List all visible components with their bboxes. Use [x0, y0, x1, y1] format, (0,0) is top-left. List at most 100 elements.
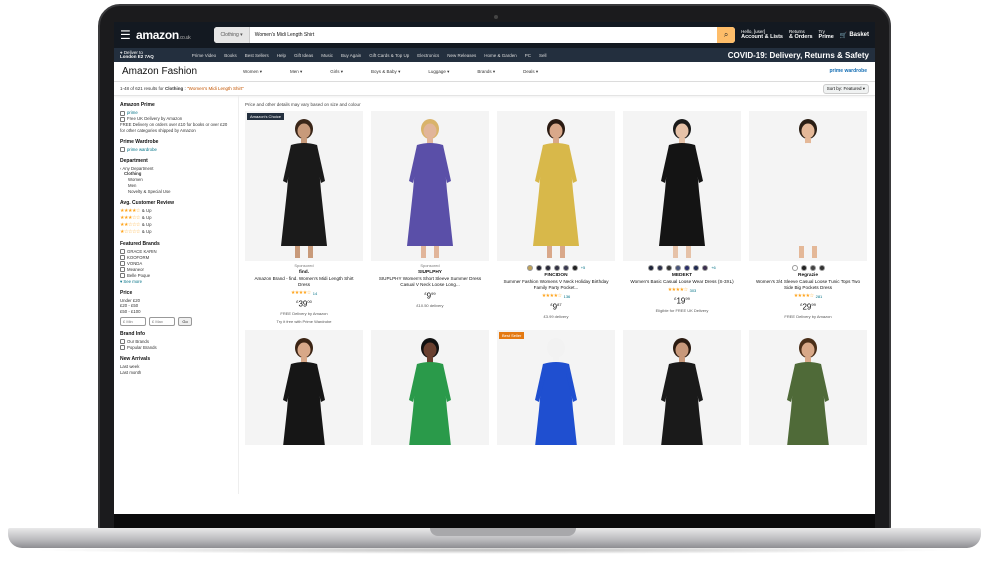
product-card[interactable]: Regrazie Women's 3/4 Sleeve Casual Loose …: [749, 111, 867, 324]
product-image[interactable]: [371, 330, 489, 446]
more-colours-link[interactable]: +6: [711, 265, 716, 270]
product-title[interactable]: SIUPLPHY Women's Short Sleeve Summer Dre…: [371, 276, 489, 288]
fashion-title[interactable]: Amazon Fashion: [122, 66, 197, 77]
product-card[interactable]: [623, 330, 741, 446]
subnav-link[interactable]: Buy Again: [341, 53, 361, 58]
checkbox-icon[interactable]: [120, 261, 125, 267]
subnav-link[interactable]: Prime Video: [192, 53, 216, 58]
try-prime-link[interactable]: Try Prime: [819, 29, 834, 41]
subnav-link[interactable]: PC: [525, 53, 531, 58]
review-count[interactable]: 281: [816, 294, 823, 299]
product-title[interactable]: Women's 3/4 Sleeve Casual Loose Tunic To…: [749, 279, 867, 291]
new-arrivals-option[interactable]: Last month: [120, 370, 232, 376]
product-title[interactable]: Women's Basic Casual Loose Wear Dress (S…: [626, 279, 737, 285]
colour-swatch[interactable]: [648, 264, 655, 271]
fashion-category-brands[interactable]: Brands ▾: [477, 69, 495, 75]
colour-swatch[interactable]: [791, 264, 798, 271]
price-go-button[interactable]: Go: [178, 316, 192, 326]
checkbox-icon[interactable]: [120, 110, 125, 116]
colour-swatch[interactable]: [526, 264, 533, 271]
product-card[interactable]: +6 MEDEKT Women's Basic Casual Loose Wear …: [623, 111, 741, 324]
colour-swatch[interactable]: [800, 264, 807, 271]
prime-wardrobe-logo[interactable]: prime wardrobe: [829, 69, 867, 74]
checkbox-icon[interactable]: [120, 267, 125, 273]
more-colours-link[interactable]: +5: [581, 265, 586, 270]
review-filter[interactable]: ★☆☆☆☆ & Up: [120, 229, 232, 236]
product-image[interactable]: [623, 111, 741, 261]
price-range[interactable]: £50 - £100: [120, 309, 232, 315]
colour-swatch[interactable]: [684, 264, 691, 271]
account-menu[interactable]: Hello, [user] Account & Lists: [741, 29, 783, 41]
colour-swatch[interactable]: [571, 264, 578, 271]
review-filter[interactable]: ★★☆☆☆ & Up: [120, 222, 232, 229]
product-image[interactable]: [749, 330, 867, 446]
returns-orders-link[interactable]: Returns & Orders: [789, 29, 813, 41]
product-image[interactable]: [749, 111, 867, 261]
review-count[interactable]: 14: [313, 291, 317, 296]
basket-button[interactable]: 🛒 Basket: [840, 32, 869, 39]
checkbox-icon[interactable]: [120, 116, 125, 122]
filter-prime-wardrobe[interactable]: prime wardrobe: [120, 147, 232, 153]
product-image[interactable]: [497, 111, 615, 261]
fashion-category-girls[interactable]: Girls ▾: [330, 69, 343, 75]
review-filter[interactable]: ★★★★☆ & Up: [120, 208, 232, 215]
fashion-category-luggage[interactable]: Luggage ▾: [428, 69, 449, 75]
sort-dropdown[interactable]: Sort by: Featured ▾: [822, 83, 869, 94]
colour-swatch[interactable]: [809, 264, 816, 271]
price-max-input[interactable]: £ Max: [149, 316, 175, 326]
subnav-link[interactable]: Help: [277, 53, 286, 58]
menu-icon[interactable]: ☰: [120, 28, 131, 42]
subnav-link[interactable]: Music: [321, 53, 333, 58]
review-count[interactable]: 136: [564, 294, 571, 299]
search-input[interactable]: Women's Midi Length Shirt: [250, 32, 717, 38]
search-button[interactable]: ⌕: [717, 27, 736, 43]
colour-swatch[interactable]: [562, 264, 569, 271]
deliver-to-location[interactable]: ⌖ Deliver to London E2 7AQ: [120, 50, 154, 60]
colour-swatch[interactable]: [702, 264, 709, 271]
fashion-category-men[interactable]: Men ▾: [290, 69, 302, 75]
colour-swatch[interactable]: [544, 264, 551, 271]
checkbox-icon[interactable]: [120, 147, 125, 153]
product-card[interactable]: Amazon's Choice Sponsored find. Amazon Bran…: [245, 111, 363, 324]
fashion-category-boys-baby[interactable]: Boys & Baby ▾: [371, 69, 400, 75]
product-title[interactable]: Amazon Brand - find. Women's Midi Length…: [245, 276, 363, 288]
checkbox-icon[interactable]: [120, 345, 125, 351]
brand-info-filter[interactable]: Popular Brands: [120, 345, 232, 351]
product-image[interactable]: [623, 330, 741, 446]
colour-swatch[interactable]: [693, 264, 700, 271]
product-card[interactable]: Best Seller: [497, 330, 615, 446]
review-filter[interactable]: ★★★☆☆ & Up: [120, 215, 232, 222]
product-image[interactable]: Best Seller: [497, 330, 615, 446]
search-category-select[interactable]: Clothing ▾: [214, 27, 250, 43]
product-rating[interactable]: ★★★★☆ 281: [794, 293, 823, 299]
product-card[interactable]: +5 FINCIDON Summer Fashion Womens V Neck H…: [497, 111, 615, 324]
checkbox-icon[interactable]: [120, 339, 125, 345]
product-image[interactable]: [245, 330, 363, 446]
subnav-link[interactable]: Best Sellers: [245, 53, 269, 58]
prime-wardrobe-note[interactable]: Try it free with Prime Wardrobe: [276, 319, 331, 325]
product-card[interactable]: Sponsored SIUPLPHY SIUPLPHY Women's Short …: [371, 111, 489, 324]
colour-swatch[interactable]: [666, 264, 673, 271]
fashion-category-women[interactable]: Women ▾: [243, 69, 262, 75]
subnav-link[interactable]: Gift Cards & Top Up: [369, 53, 409, 58]
checkbox-icon[interactable]: [120, 249, 125, 255]
colour-swatch[interactable]: [675, 264, 682, 271]
subnav-link[interactable]: Home & Garden: [484, 53, 517, 58]
subnav-link[interactable]: New Releases: [447, 53, 476, 58]
product-image[interactable]: Amazon's Choice: [245, 111, 363, 261]
product-rating[interactable]: ★★★★☆ 14: [291, 290, 317, 296]
colour-swatch[interactable]: [818, 264, 825, 271]
product-rating[interactable]: ★★★★☆ 136: [542, 293, 571, 299]
checkbox-icon[interactable]: [120, 273, 125, 279]
checkbox-icon[interactable]: [120, 255, 125, 261]
subnav-link[interactable]: Gift Ideas: [294, 53, 313, 58]
dept-item[interactable]: Novelty & Special Use: [120, 189, 232, 195]
colour-swatch[interactable]: [657, 264, 664, 271]
covid-banner-link[interactable]: COVID-19: Delivery, Returns & Safety: [728, 51, 869, 60]
colour-swatch[interactable]: [553, 264, 560, 271]
product-card[interactable]: [245, 330, 363, 446]
price-min-input[interactable]: £ Min: [120, 316, 146, 326]
review-count[interactable]: 303: [690, 288, 697, 293]
subnav-link[interactable]: Electronics: [417, 53, 439, 58]
product-title[interactable]: Summer Fashion Womens V Neck Holiday Bir…: [497, 279, 615, 291]
